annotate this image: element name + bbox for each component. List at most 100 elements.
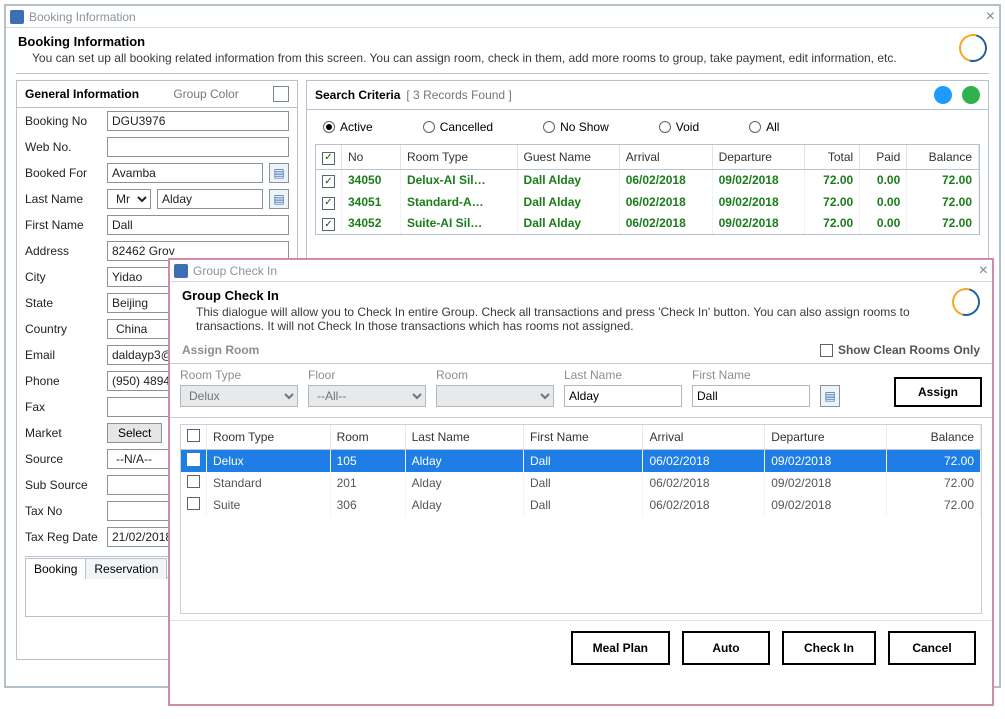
mcol-room-type: Room Type xyxy=(207,425,331,450)
assign-room-type-label: Room Type xyxy=(180,368,298,382)
app-icon xyxy=(10,10,24,24)
assign-button[interactable]: Assign xyxy=(894,377,982,407)
row-checkbox[interactable]: ✓ xyxy=(322,197,335,210)
select-all-checkbox[interactable]: ✓ xyxy=(322,152,335,165)
salutation-select[interactable]: Mr. xyxy=(107,189,151,209)
table-row[interactable]: Standard201AldayDall06/02/201809/02/2018… xyxy=(181,472,981,494)
group-color-swatch[interactable] xyxy=(273,86,289,102)
web-no-input[interactable] xyxy=(107,137,289,157)
check-in-button[interactable]: Check In xyxy=(782,631,876,665)
sub-source-label: Sub Source xyxy=(25,478,101,492)
window-title: Booking Information xyxy=(29,10,136,24)
modal-title: Group Check In xyxy=(193,264,277,278)
show-clean-checkbox[interactable] xyxy=(820,344,833,357)
web-no-label: Web No. xyxy=(25,140,101,154)
general-info-title: General Information xyxy=(25,87,139,101)
radio-active[interactable]: Active xyxy=(323,120,373,134)
search-results-grid: ✓ No Room Type Guest Name Arrival Depart… xyxy=(315,144,980,235)
col-no: No xyxy=(342,145,401,169)
assign-room-type-select[interactable]: Delux xyxy=(180,385,298,407)
col-departure: Departure xyxy=(712,145,805,169)
assign-lookup-icon[interactable]: ▤ xyxy=(820,385,840,407)
tab-booking[interactable]: Booking xyxy=(25,558,86,579)
show-clean-label: Show Clean Rooms Only xyxy=(838,343,980,357)
address-label: Address xyxy=(25,244,101,258)
modal-close-icon[interactable]: × xyxy=(979,262,988,280)
fax-label: Fax xyxy=(25,400,101,414)
first-name-input[interactable] xyxy=(107,215,289,235)
cancel-button[interactable]: Cancel xyxy=(888,631,976,665)
email-label: Email xyxy=(25,348,101,362)
records-found-text: [ 3 Records Found ] xyxy=(406,88,511,102)
col-arrival: Arrival xyxy=(619,145,712,169)
state-label: State xyxy=(25,296,101,310)
source-label: Source xyxy=(25,452,101,466)
row-checkbox[interactable] xyxy=(187,497,200,510)
modal-titlebar: Group Check In × xyxy=(170,260,992,282)
col-total: Total xyxy=(805,145,860,169)
table-row[interactable]: Suite306AldayDall06/02/201809/02/201872.… xyxy=(181,494,981,516)
tab-reservation[interactable]: Reservation xyxy=(85,558,167,579)
last-name-lookup-icon[interactable]: ▤ xyxy=(269,189,289,209)
last-name-input[interactable] xyxy=(157,189,263,209)
col-guest: Guest Name xyxy=(517,145,619,169)
status-radio-group: Active Cancelled No Show Void All xyxy=(307,110,988,144)
brand-logo-icon xyxy=(954,29,992,67)
mcol-last-name: Last Name xyxy=(405,425,523,450)
app-icon xyxy=(174,264,188,278)
city-label: City xyxy=(25,270,101,284)
col-room-type: Room Type xyxy=(400,145,517,169)
modal-subtitle: This dialogue will allow you to Check In… xyxy=(196,305,944,333)
booking-no-input[interactable] xyxy=(107,111,289,131)
mcol-first-name: First Name xyxy=(524,425,643,450)
radio-cancelled[interactable]: Cancelled xyxy=(423,120,493,134)
row-checkbox[interactable]: ✓ xyxy=(322,175,335,188)
radio-no-show[interactable]: No Show xyxy=(543,120,609,134)
market-select-button[interactable]: Select xyxy=(107,423,162,443)
close-icon[interactable]: × xyxy=(986,8,995,26)
assign-first-name-input[interactable] xyxy=(692,385,810,407)
first-name-label: First Name xyxy=(25,218,101,232)
market-label: Market xyxy=(25,426,101,440)
table-row[interactable]: ✓34051Standard-A…Dall Alday06/02/201809/… xyxy=(316,191,979,213)
assign-first-name-label: First Name xyxy=(692,368,810,382)
group-check-in-dialog: Group Check In × Group Check In This dia… xyxy=(168,258,994,706)
last-name-label: Last Name xyxy=(25,192,101,206)
assign-last-name-label: Last Name xyxy=(564,368,682,382)
assign-room-title: Assign Room xyxy=(182,343,259,357)
divider xyxy=(16,73,989,74)
row-checkbox[interactable]: ✓ xyxy=(322,218,335,231)
refresh-icon[interactable] xyxy=(962,86,980,104)
col-balance: Balance xyxy=(907,145,979,169)
country-label: Country xyxy=(25,322,101,336)
radio-all[interactable]: All xyxy=(749,120,779,134)
mcol-balance: Balance xyxy=(886,425,980,450)
assign-floor-select[interactable]: --All-- xyxy=(308,385,426,407)
col-paid: Paid xyxy=(860,145,907,169)
booked-for-label: Booked For xyxy=(25,166,101,180)
modal-header: Group Check In xyxy=(182,288,944,303)
mcol-room: Room xyxy=(330,425,405,450)
assign-room-select[interactable] xyxy=(436,385,554,407)
table-row[interactable]: ✓34052Suite-AI Sil…Dall Alday06/02/20180… xyxy=(316,213,979,235)
phone-label: Phone xyxy=(25,374,101,388)
radio-void[interactable]: Void xyxy=(659,120,699,134)
assign-last-name-input[interactable] xyxy=(564,385,682,407)
meal-plan-button[interactable]: Meal Plan xyxy=(571,631,670,665)
page-subtitle: You can set up all booking related infor… xyxy=(32,51,951,65)
row-checkbox[interactable] xyxy=(187,453,200,466)
grid-select-all-checkbox[interactable] xyxy=(187,429,200,442)
assign-room-label: Room xyxy=(436,368,554,382)
modal-actions: Meal Plan Auto Check In Cancel xyxy=(170,620,992,675)
modal-section-header: Group Check In This dialogue will allow … xyxy=(170,282,992,337)
search-title: Search Criteria xyxy=(315,88,400,102)
booked-for-input[interactable] xyxy=(107,163,263,183)
table-row[interactable]: ✓34050Delux-AI Sil…Dall Alday06/02/20180… xyxy=(316,169,979,191)
search-icon[interactable] xyxy=(934,86,952,104)
booked-for-lookup-icon[interactable]: ▤ xyxy=(269,163,289,183)
row-checkbox[interactable] xyxy=(187,475,200,488)
tax-reg-date-label: Tax Reg Date xyxy=(25,530,101,544)
page-title: Booking Information xyxy=(18,34,951,49)
auto-button[interactable]: Auto xyxy=(682,631,770,665)
table-row[interactable]: Delux105AldayDall06/02/201809/02/201872.… xyxy=(181,450,981,473)
